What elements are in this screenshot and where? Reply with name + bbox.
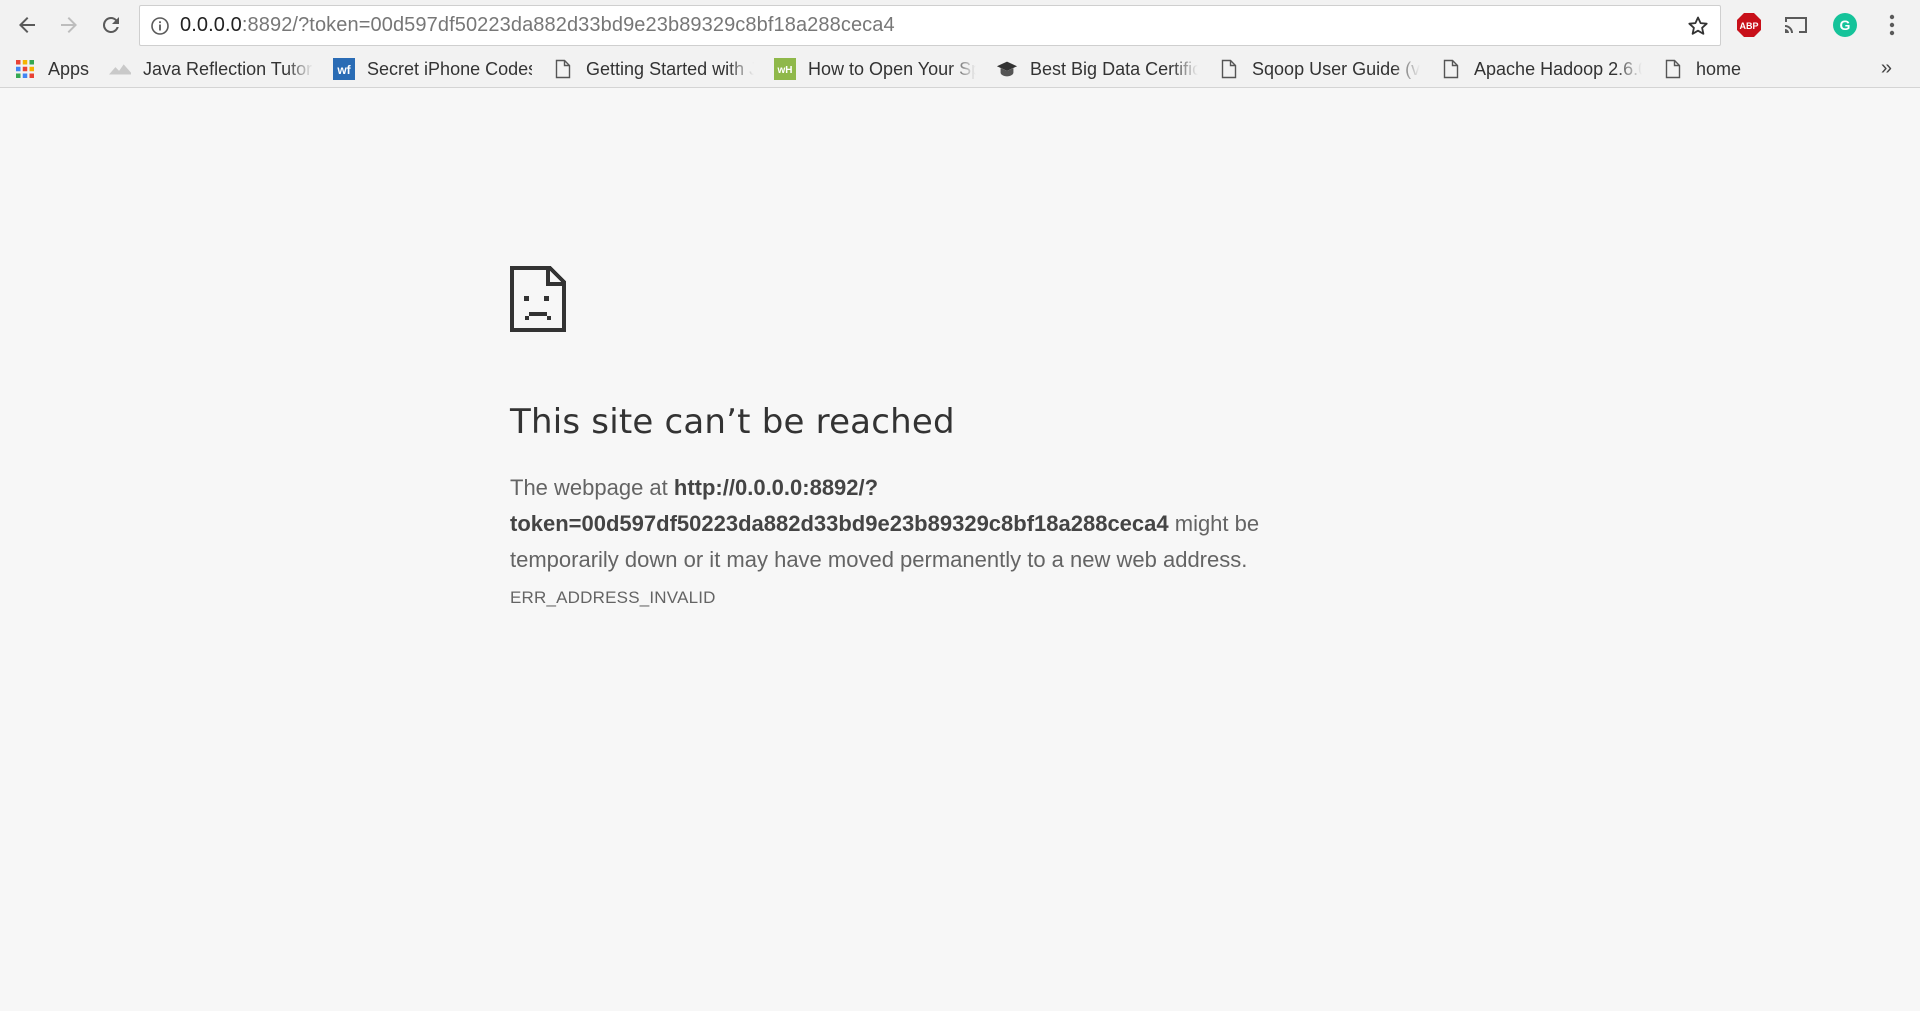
sad-page-icon — [510, 266, 566, 332]
cast-icon[interactable] — [1783, 13, 1809, 42]
bookmark-label: Best Big Data Certific — [1030, 58, 1199, 80]
error-code: ERR_ADDRESS_INVALID — [510, 588, 716, 607]
menu-kebab-icon[interactable] — [1888, 12, 1896, 43]
url-text[interactable]: 0.0.0.0:8892/?token=00d597df50223da882d3… — [180, 14, 895, 37]
forward-button[interactable] — [52, 8, 86, 42]
bookmark-apps[interactable]: Apps — [14, 54, 89, 84]
address-bar[interactable]: 0.0.0.0:8892/?token=00d597df50223da882d3… — [139, 5, 1721, 46]
wf-icon: wf — [333, 58, 356, 80]
adblock-plus-icon[interactable]: ABP — [1736, 12, 1762, 43]
wf-icon-text: wf — [336, 63, 351, 77]
error-message: The webpage at http://0.0.0.0:8892/?toke… — [510, 470, 1290, 578]
error-title: This site can’t be reached — [510, 402, 955, 442]
graduation-cap-icon — [996, 58, 1018, 80]
bookmark-sqoop-guide[interactable]: Sqoop User Guide (v1 — [1218, 54, 1421, 84]
url-host: 0.0.0.0 — [180, 14, 242, 36]
page-icon — [1440, 58, 1462, 80]
error-page: This site can’t be reached The webpage a… — [510, 266, 1290, 608]
wh-icon-text: wH — [777, 65, 793, 76]
abp-label: ABP — [1739, 21, 1758, 31]
grammarly-icon[interactable]: G — [1832, 12, 1858, 43]
error-message-prefix: The webpage at — [510, 475, 674, 500]
bookmark-java-reflection[interactable]: Java Reflection Tutori — [109, 54, 314, 84]
bookmark-how-to-open[interactable]: wH How to Open Your Sp — [774, 54, 977, 84]
bookmark-label: Secret iPhone Codes — [367, 58, 533, 79]
reload-icon — [102, 16, 119, 33]
bookmark-label: Java Reflection Tutori — [143, 58, 314, 80]
mountain-icon — [109, 58, 132, 80]
bookmark-apache-hadoop[interactable]: Apache Hadoop 2.6.0 — [1440, 54, 1643, 84]
bookmark-label: How to Open Your Sp — [808, 58, 977, 80]
bookmarks-overflow-button[interactable]: » — [1881, 57, 1892, 80]
bookmark-label: home — [1696, 58, 1742, 79]
page-icon — [1662, 58, 1684, 80]
grammarly-label: G — [1840, 17, 1851, 33]
bookmark-getting-started[interactable]: Getting Started with J — [552, 54, 755, 84]
wh-icon: wH — [774, 58, 797, 80]
reload-button[interactable] — [94, 8, 128, 42]
bookmark-big-data-cert[interactable]: Best Big Data Certific — [996, 54, 1199, 84]
bookmark-home[interactable]: home — [1662, 54, 1741, 84]
site-info-icon[interactable] — [140, 16, 180, 36]
back-arrow-icon — [19, 17, 35, 33]
browser-toolbar: 0.0.0.0:8892/?token=00d597df50223da882d3… — [0, 0, 1920, 51]
bookmark-label: Apps — [48, 58, 90, 79]
apps-grid-icon — [14, 58, 36, 80]
back-button[interactable] — [10, 8, 44, 42]
page-icon — [1218, 58, 1240, 80]
page-icon — [552, 58, 574, 80]
bookmarks-bar: Apps Java Reflection Tutori wf Secret iP… — [0, 51, 1920, 88]
bookmark-star-icon[interactable] — [1686, 14, 1710, 43]
bookmark-label: Getting Started with J — [586, 58, 755, 80]
bookmark-secret-iphone-codes[interactable]: wf Secret iPhone Codes — [333, 54, 532, 84]
bookmark-label: Sqoop User Guide (v1 — [1252, 58, 1421, 80]
forward-arrow-icon — [61, 17, 77, 33]
url-path: :8892/?token=00d597df50223da882d33bd9e23… — [241, 14, 895, 36]
bookmark-label: Apache Hadoop 2.6.0 — [1474, 58, 1643, 80]
